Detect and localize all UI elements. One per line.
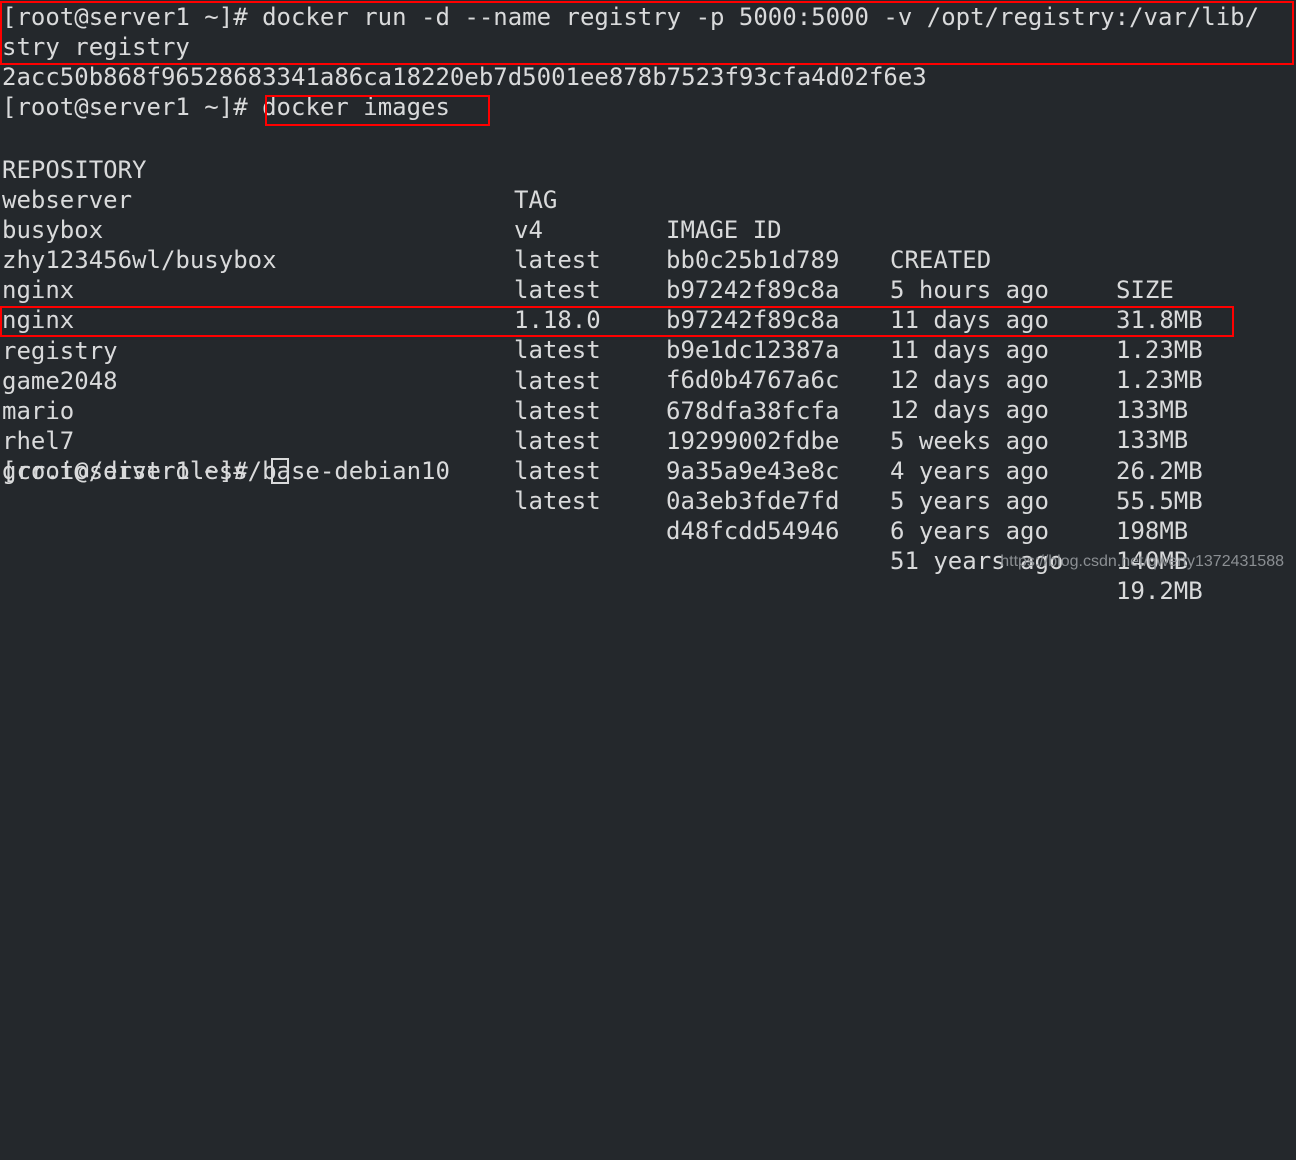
- table-row: rhel7 latest 0a3eb3fde7fd 6 years ago 14…: [2, 396, 1292, 575]
- cell-created: 6 years ago: [890, 517, 1049, 545]
- terminal-window[interactable]: [root@server1 ~]# docker run -d --name r…: [0, 0, 1296, 605]
- cell-created: 5 years ago: [890, 487, 1049, 515]
- table-header-row: REPOSITORY TAG IMAGE ID CREATED SIZE: [2, 125, 1292, 304]
- shell-prompt: [root@server1 ~]#: [2, 93, 263, 121]
- cell-tag: latest: [514, 457, 601, 485]
- cell-size: 198MB: [1116, 517, 1189, 545]
- table-row: nginx 1.18.0 b9e1dc12387a 12 days ago 13…: [2, 245, 1292, 424]
- cell-image-id: d48fcdd54946: [666, 517, 840, 545]
- command-line-docker-run-wrapped: stry registry: [2, 33, 190, 61]
- table-row-registry: registry latest 678dfa38fcfa 5 weeks ago…: [2, 306, 1292, 485]
- table-row: zhy123456wl/busybox latest b97242f89c8a …: [2, 215, 1292, 394]
- cell-image-id: 9a35a9e43e8c: [666, 457, 840, 485]
- cell-created: 4 years ago: [890, 457, 1049, 485]
- cell-size: 19.2MB: [1116, 577, 1203, 605]
- watermark-text: https://blog.csdn.net/qwerty1372431588: [1000, 553, 1284, 570]
- container-id-output: 2acc50b868f96528683341a86ca18220eb7d5001…: [2, 63, 927, 91]
- table-row: nginx latest f6d0b4767a6c 12 days ago 13…: [2, 275, 1292, 454]
- table-row: webserver v4 bb0c25b1d789 5 hours ago 31…: [2, 155, 1292, 334]
- cell-size: 55.5MB: [1116, 487, 1203, 515]
- docker-images-command-text: docker images: [262, 93, 450, 121]
- command-line-docker-images: [root@server1 ~]# docker images: [2, 92, 450, 122]
- table-row: game2048 latest 19299002fdbe 4 years ago…: [2, 336, 1292, 515]
- table-row: mario latest 9a35a9e43e8c 5 years ago 19…: [2, 366, 1292, 545]
- cell-image-id: 0a3eb3fde7fd: [666, 487, 840, 515]
- final-prompt-line: [root@server1 ~]#: [2, 457, 263, 485]
- command-line-docker-run: [root@server1 ~]# docker run -d --name r…: [2, 3, 1260, 31]
- table-row: gcr.io/distroless/base-debian10 latest d…: [2, 426, 1292, 605]
- cell-tag: latest: [514, 487, 601, 515]
- cell-size: 26.2MB: [1116, 457, 1203, 485]
- table-row: busybox latest b97242f89c8a 11 days ago …: [2, 185, 1292, 364]
- text-cursor: [271, 458, 289, 484]
